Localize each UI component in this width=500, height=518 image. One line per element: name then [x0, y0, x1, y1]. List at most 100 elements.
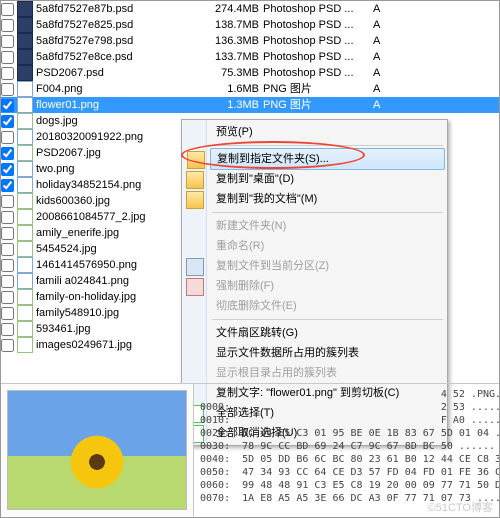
context-item-label: 复制到指定文件夹(S)... — [217, 153, 329, 165]
file-size: 133.7MB — [199, 49, 263, 65]
file-row[interactable]: flower01.png1.3MBPNG 图片A — [1, 97, 499, 113]
context-item-label: 显示根目录占用的簇列表 — [216, 367, 337, 379]
file-row[interactable]: 5a8fd7527e825.psd138.7MBPhotoshop PSD ..… — [1, 17, 499, 33]
file-checkbox[interactable] — [1, 179, 14, 192]
psd-icon — [17, 49, 33, 65]
jpg-icon — [17, 305, 33, 321]
file-checkbox[interactable] — [1, 131, 14, 144]
file-name: 593461.jpg — [36, 321, 199, 337]
context-item: 彻底删除文件(E) — [210, 296, 445, 316]
file-checkbox[interactable] — [1, 3, 14, 16]
file-checkbox[interactable] — [1, 51, 14, 64]
file-checkbox[interactable] — [1, 307, 14, 320]
file-size: 138.7MB — [199, 17, 263, 33]
file-checkbox[interactable] — [1, 19, 14, 32]
file-type: Photoshop PSD ... — [263, 65, 373, 81]
file-row[interactable]: 5a8fd7527e798.psd136.3MBPhotoshop PSD ..… — [1, 33, 499, 49]
jpg-icon — [17, 225, 33, 241]
thumbnail-panel — [1, 384, 194, 516]
folder-icon — [186, 191, 204, 209]
file-checkbox[interactable] — [1, 227, 14, 240]
context-separator — [212, 145, 443, 146]
file-attr: A — [373, 97, 393, 113]
file-name: family-on-holiday.jpg — [36, 289, 199, 305]
file-name: PSD2067.jpg — [36, 145, 199, 161]
file-checkbox[interactable] — [1, 275, 14, 288]
file-name: holiday34852154.png — [36, 177, 199, 193]
file-attr: A — [373, 33, 393, 49]
file-name: images0249671.jpg — [36, 337, 199, 353]
file-checkbox[interactable] — [1, 83, 14, 96]
file-row[interactable]: PSD2067.psd75.3MBPhotoshop PSD ...A — [1, 65, 499, 81]
file-checkbox[interactable] — [1, 195, 14, 208]
jpg-icon — [17, 321, 33, 337]
file-name: famili a024841.png — [36, 273, 199, 289]
file-size: 136.3MB — [199, 33, 263, 49]
watermark: ©51CTO博客 — [428, 499, 493, 515]
context-item-label: 彻底删除文件(E) — [216, 300, 297, 312]
png-icon — [17, 161, 33, 177]
psd-icon — [17, 1, 33, 17]
file-name: flower01.png — [36, 97, 199, 113]
file-type: Photoshop PSD ... — [263, 33, 373, 49]
context-item[interactable]: 文件扇区跳转(G) — [210, 323, 445, 343]
context-item[interactable]: 复制到指定文件夹(S)... — [210, 148, 445, 170]
png-icon — [17, 97, 33, 113]
file-checkbox[interactable] — [1, 115, 14, 128]
context-item-label: 复制文件到当前分区(Z) — [216, 260, 329, 272]
file-name: family548910.jpg — [36, 305, 199, 321]
file-row[interactable]: 5a8fd7527e87b.psd274.4MBPhotoshop PSD ..… — [1, 1, 499, 17]
file-attr: A — [373, 1, 393, 17]
context-separator — [212, 212, 443, 213]
context-item-label: 预览(P) — [216, 126, 253, 138]
file-name: two.png — [36, 161, 199, 177]
file-checkbox[interactable] — [1, 243, 14, 256]
jpg-icon — [17, 113, 33, 129]
file-row[interactable]: F004.png1.6MBPNG 图片A — [1, 81, 499, 97]
context-item: 显示根目录占用的簇列表 — [210, 363, 445, 383]
file-name: kids600360.jpg — [36, 193, 199, 209]
file-name: amily_enerife.jpg — [36, 225, 199, 241]
png-icon — [17, 177, 33, 193]
context-item: 复制文件到当前分区(Z) — [210, 256, 445, 276]
thumbnail-image — [7, 390, 187, 510]
file-name: PSD2067.psd — [36, 65, 199, 81]
context-item-label: 复制到"我的文档"(M) — [216, 193, 317, 205]
file-name: 1461414576950.png — [36, 257, 199, 273]
context-item[interactable]: 复制到"桌面"(D) — [210, 169, 445, 189]
file-attr: A — [373, 49, 393, 65]
file-type: Photoshop PSD ... — [263, 49, 373, 65]
file-checkbox[interactable] — [1, 259, 14, 272]
context-item[interactable]: 显示文件数据所占用的簇列表 — [210, 343, 445, 363]
file-checkbox[interactable] — [1, 35, 14, 48]
delete-icon — [186, 278, 204, 296]
bottom-panel: 4 52 .PNG. 0000: 2 53 ...... 0010: F A0 … — [1, 383, 499, 517]
jpg-icon — [17, 241, 33, 257]
copy-icon — [186, 258, 204, 276]
context-item: 重命名(R) — [210, 236, 445, 256]
file-checkbox[interactable] — [1, 67, 14, 80]
file-checkbox[interactable] — [1, 99, 14, 112]
file-row[interactable]: 5a8fd7527e8ce.psd133.7MBPhotoshop PSD ..… — [1, 49, 499, 65]
hex-viewer[interactable]: 4 52 .PNG. 0000: 2 53 ...... 0010: F A0 … — [194, 384, 499, 517]
file-checkbox[interactable] — [1, 163, 14, 176]
file-checkbox[interactable] — [1, 147, 14, 160]
folder-icon — [186, 171, 204, 189]
file-size: 1.3MB — [199, 97, 263, 113]
file-checkbox[interactable] — [1, 339, 14, 352]
file-checkbox[interactable] — [1, 291, 14, 304]
context-item-label: 文件扇区跳转(G) — [216, 327, 298, 339]
file-name: F004.png — [36, 81, 199, 97]
file-type: PNG 图片 — [263, 97, 373, 113]
context-item-label: 显示文件数据所占用的簇列表 — [216, 347, 359, 359]
context-item: 新建文件夹(N) — [210, 216, 445, 236]
png-icon — [17, 257, 33, 273]
jpg-icon — [17, 145, 33, 161]
file-checkbox[interactable] — [1, 323, 14, 336]
context-item: 强制删除(F) — [210, 276, 445, 296]
file-type: Photoshop PSD ... — [263, 1, 373, 17]
context-item[interactable]: 复制到"我的文档"(M) — [210, 189, 445, 209]
file-checkbox[interactable] — [1, 211, 14, 224]
context-item[interactable]: 预览(P) — [210, 122, 445, 142]
context-item-label: 重命名(R) — [216, 240, 264, 252]
